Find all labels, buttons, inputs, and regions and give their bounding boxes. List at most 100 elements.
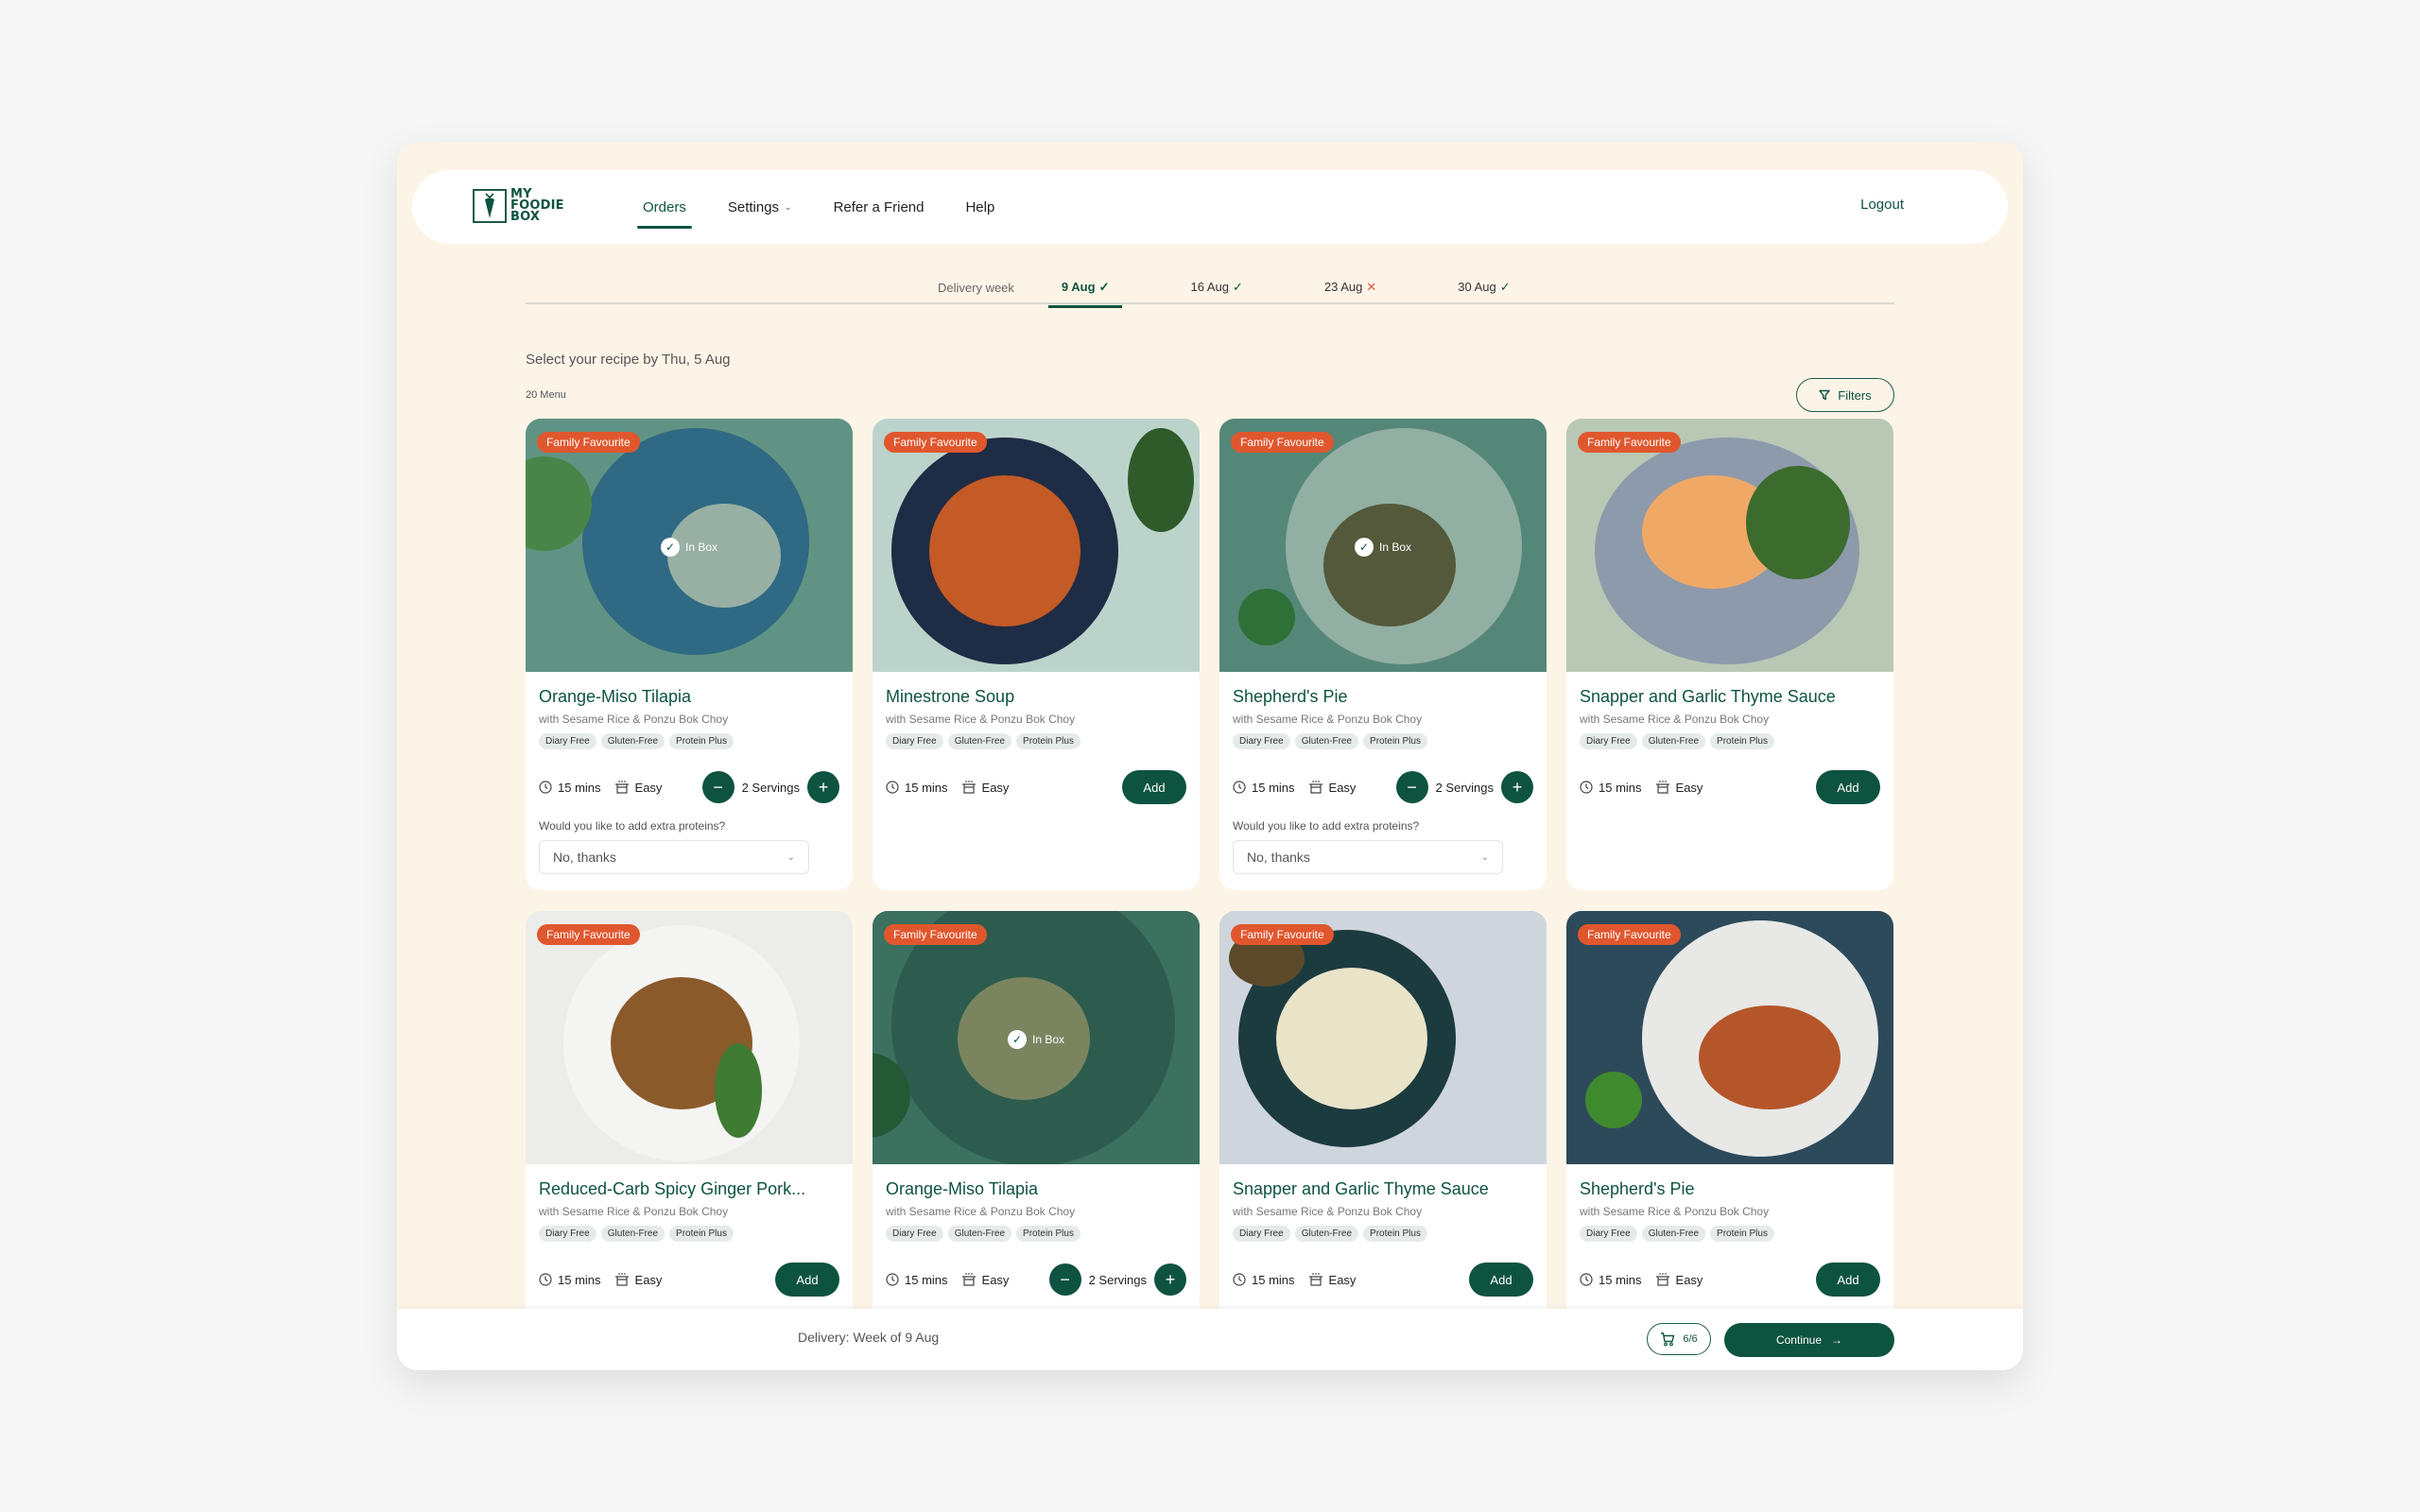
recipe-card[interactable]: Family Favourite Snapper and Garlic Thym… (1566, 419, 1893, 890)
select-deadline: Select your recipe by Thu, 5 Aug (526, 352, 731, 368)
recipe-subtitle: with Sesame Rice & Ponzu Bok Choy (886, 1205, 1076, 1218)
add-recipe-button[interactable]: Add (1816, 770, 1880, 804)
difficulty: Easy (1308, 780, 1356, 795)
recipe-title[interactable]: Shepherd's Pie (1233, 687, 1533, 707)
recipe-title[interactable]: Orange-Miso Tilapia (539, 687, 839, 707)
decrease-servings-button[interactable]: − (1048, 1263, 1081, 1296)
check-circle-icon: ✓ (1355, 538, 1374, 557)
recipe-card[interactable]: Family Favourite ✓ In Box Orange-Miso Ti… (873, 911, 1200, 1370)
clock-icon (539, 781, 552, 794)
family-favourite-badge: Family Favourite (1578, 432, 1681, 453)
extra-protein-question: Would you like to add extra proteins? (539, 819, 726, 833)
recipe-card[interactable]: Family Favourite Reduced-Carb Spicy Ging… (526, 911, 853, 1370)
nav-help[interactable]: Help (965, 199, 994, 215)
recipe-photo: Family Favourite (526, 911, 853, 1164)
difficulty: Easy (1655, 780, 1703, 795)
extra-protein-select[interactable]: No, thanks ⌄ (539, 840, 809, 874)
pot-icon (614, 781, 629, 794)
week-tab-16-aug[interactable]: 16 Aug ✓ (1177, 280, 1255, 295)
increase-servings-button[interactable]: + (1501, 771, 1533, 803)
recipe-subtitle: with Sesame Rice & Ponzu Bok Choy (539, 1205, 729, 1218)
logo-wordmark: MY FOODIE BOX (510, 187, 564, 224)
increase-servings-button[interactable]: + (1154, 1263, 1186, 1296)
cart-button[interactable]: 6/6 (1647, 1323, 1711, 1355)
cook-time: 15 mins (1233, 781, 1295, 795)
decrease-servings-button[interactable]: − (1395, 771, 1428, 803)
add-recipe-button[interactable]: Add (1122, 770, 1186, 804)
cook-time: 15 mins (539, 781, 601, 795)
nav-orders[interactable]: Orders (637, 199, 692, 229)
in-box-indicator: ✓ In Box (1008, 1030, 1064, 1049)
diet-tag: Gluten-Free (1641, 733, 1706, 749)
week-tab-23-aug[interactable]: 23 Aug ✕ (1311, 280, 1390, 295)
diet-tag: Protein Plus (1363, 1226, 1427, 1242)
diet-tag: Diary Free (539, 733, 596, 749)
difficulty: Easy (1308, 1272, 1356, 1287)
recipe-grid: Family Favourite ✓ In Box Orange-Miso Ti… (526, 419, 1893, 1370)
family-favourite-badge: Family Favourite (1231, 432, 1334, 453)
recipe-tags: Diary Free Gluten-Free Protein Plus (1580, 1226, 1880, 1242)
servings-stepper: −2 Servings + (1395, 771, 1533, 803)
cross-icon: ✕ (1366, 280, 1377, 294)
difficulty: Easy (614, 780, 662, 795)
recipe-card[interactable]: Family Favourite ✓ In Box Orange-Miso Ti… (526, 419, 853, 890)
recipe-title[interactable]: Shepherd's Pie (1580, 1179, 1880, 1199)
recipe-subtitle: with Sesame Rice & Ponzu Bok Choy (1233, 1205, 1423, 1218)
decrease-servings-button[interactable]: − (701, 771, 735, 803)
add-recipe-button[interactable]: Add (1469, 1263, 1533, 1297)
carrot-logo-icon (473, 189, 507, 223)
recipe-photo: Family Favourite (1566, 419, 1893, 672)
recipe-tags: Diary Free Gluten-Free Protein Plus (1580, 733, 1880, 749)
filters-button[interactable]: Filters (1796, 378, 1894, 412)
pot-icon (1308, 1273, 1322, 1286)
recipe-tags: Diary Free Gluten-Free Protein Plus (886, 733, 1186, 749)
week-tab-9-aug[interactable]: 9 Aug ✓ (1047, 280, 1123, 308)
cook-time: 15 mins (539, 1273, 601, 1287)
recipe-tags: Diary Free Gluten-Free Protein Plus (539, 733, 839, 749)
clock-icon (1233, 1273, 1246, 1286)
continue-button[interactable]: Continue → (1724, 1323, 1894, 1357)
clock-icon (1580, 781, 1593, 794)
filter-icon (1819, 389, 1830, 401)
recipe-card[interactable]: Family Favourite Snapper and Garlic Thym… (1219, 911, 1547, 1370)
add-recipe-button[interactable]: Add (775, 1263, 839, 1297)
in-box-indicator: ✓ In Box (1355, 538, 1411, 557)
recipe-card[interactable]: Family Favourite Shepherd's Pie with Ses… (1566, 911, 1893, 1370)
recipe-tags: Diary Free Gluten-Free Protein Plus (886, 1226, 1186, 1242)
delivery-week-tabs: Delivery week 9 Aug ✓ 16 Aug ✓ 23 Aug ✕ 30 … (526, 272, 1894, 308)
check-circle-icon: ✓ (661, 538, 680, 557)
add-recipe-button[interactable]: Add (1816, 1263, 1880, 1297)
diet-tag: Protein Plus (669, 1226, 734, 1242)
recipe-subtitle: with Sesame Rice & Ponzu Bok Choy (1580, 1205, 1770, 1218)
increase-servings-button[interactable]: + (807, 771, 839, 803)
recipe-title[interactable]: Orange-Miso Tilapia (886, 1179, 1186, 1199)
extra-protein-select[interactable]: No, thanks ⌄ (1233, 840, 1503, 874)
week-tab-30-aug[interactable]: 30 Aug ✓ (1444, 280, 1523, 295)
family-favourite-badge: Family Favourite (1578, 924, 1681, 945)
recipe-title[interactable]: Minestrone Soup (886, 687, 1186, 707)
diet-tag: Protein Plus (1710, 733, 1774, 749)
diet-tag: Gluten-Free (600, 1226, 666, 1242)
recipe-card[interactable]: Family Favourite ✓ In Box Shepherd's Pie… (1219, 419, 1547, 890)
nav-settings[interactable]: Settings ⌄ (728, 199, 792, 215)
nav-refer-a-friend[interactable]: Refer a Friend (834, 199, 925, 215)
clock-icon (1233, 781, 1246, 794)
recipe-title[interactable]: Snapper and Garlic Thyme Sauce (1233, 1179, 1533, 1199)
recipe-title[interactable]: Reduced-Carb Spicy Ginger Pork... (539, 1179, 839, 1199)
logout-link[interactable]: Logout (1860, 197, 1904, 213)
extra-protein-question: Would you like to add extra proteins? (1233, 819, 1420, 833)
diet-tag: Gluten-Free (1294, 733, 1359, 749)
recipe-photo: Family Favourite ✓ In Box (526, 419, 853, 672)
check-icon: ✓ (1499, 280, 1511, 294)
recipe-subtitle: with Sesame Rice & Ponzu Bok Choy (539, 713, 729, 726)
recipe-card[interactable]: Family Favourite Minestrone Soup with Se… (873, 419, 1200, 890)
clock-icon (886, 1273, 899, 1286)
recipe-title[interactable]: Snapper and Garlic Thyme Sauce (1580, 687, 1880, 707)
pot-icon (1655, 1273, 1669, 1286)
diet-tag: Gluten-Free (947, 1226, 1012, 1242)
logo[interactable]: MY FOODIE BOX (473, 187, 564, 224)
pot-icon (1655, 781, 1669, 794)
clock-icon (1580, 1273, 1593, 1286)
difficulty: Easy (961, 780, 1009, 795)
check-icon: ✓ (1098, 280, 1110, 294)
